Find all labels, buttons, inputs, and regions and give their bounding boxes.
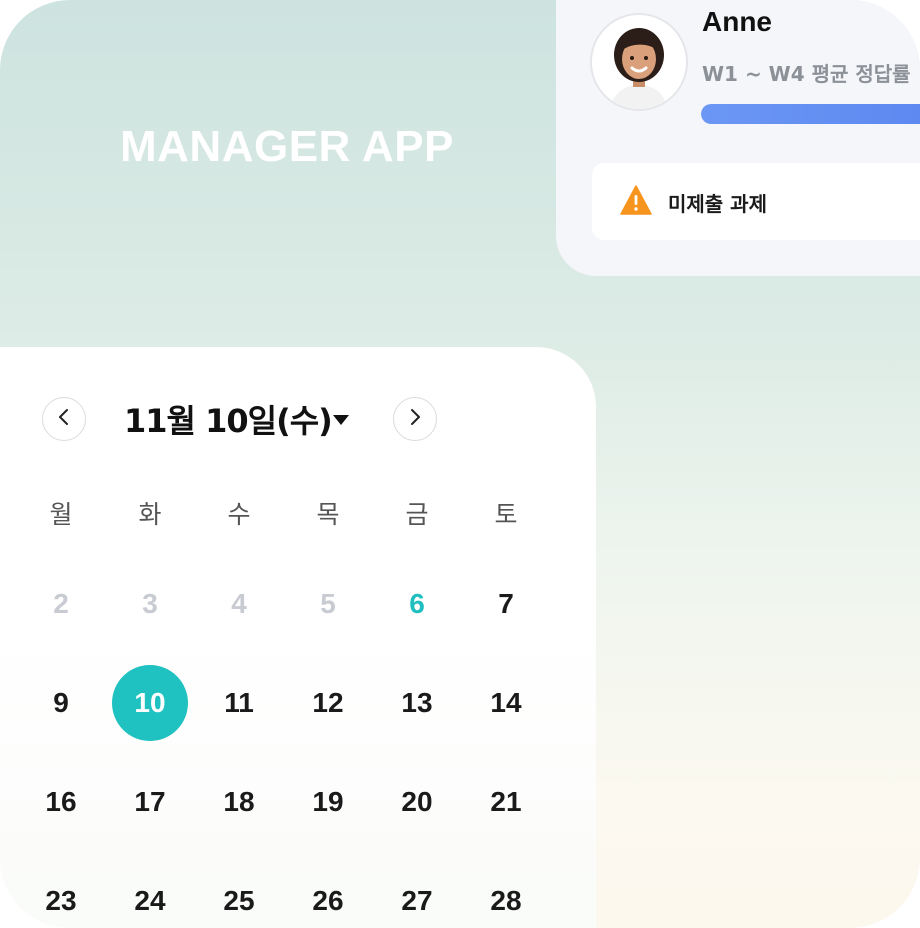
calendar-day[interactable]: 12 bbox=[290, 665, 366, 741]
calendar-day[interactable]: 7 bbox=[468, 566, 544, 642]
calendar-day[interactable]: 18 bbox=[201, 764, 277, 840]
calendar-day[interactable]: 19 bbox=[290, 764, 366, 840]
calendar-day[interactable]: 28 bbox=[468, 863, 544, 928]
student-avatar bbox=[592, 15, 686, 109]
weekday-label: 수 bbox=[227, 500, 251, 529]
calendar-day[interactable]: 9 bbox=[23, 665, 99, 741]
calendar-day[interactable]: 3 bbox=[112, 566, 188, 642]
calendar-day[interactable]: 26 bbox=[290, 863, 366, 928]
caret-down-icon[interactable] bbox=[332, 413, 350, 431]
prev-day-button[interactable] bbox=[42, 397, 86, 441]
calendar-day[interactable]: 24 bbox=[112, 863, 188, 928]
chevron-right-icon bbox=[408, 408, 422, 431]
calendar-day[interactable]: 2 bbox=[23, 566, 99, 642]
app-background: MANAGER APP Anne W1 ~ W4 평균 정답률 미제출 과제 1… bbox=[0, 0, 920, 928]
weekday-label: 월 bbox=[49, 500, 73, 529]
calendar-day[interactable]: 17 bbox=[112, 764, 188, 840]
alert-label: 미제출 과제 bbox=[668, 192, 767, 216]
calendar-day[interactable]: 25 bbox=[201, 863, 277, 928]
calendar-day[interactable]: 20 bbox=[379, 764, 455, 840]
calendar-day[interactable]: 5 bbox=[290, 566, 366, 642]
calendar-day[interactable]: 23 bbox=[23, 863, 99, 928]
next-day-button[interactable] bbox=[393, 397, 437, 441]
calendar-day[interactable]: 27 bbox=[379, 863, 455, 928]
progress-fill bbox=[701, 104, 920, 124]
calendar-date-title[interactable]: 11월 10일(수) bbox=[124, 396, 333, 442]
calendar-day[interactable]: 11 bbox=[201, 665, 277, 741]
calendar: 11월 10일(수) 월화수목금토 2 3 4 5 6 7 9 10 11 12 13 14 16 17 1… bbox=[0, 347, 596, 928]
weekday-label: 화 bbox=[138, 500, 162, 529]
student-name: Anne bbox=[702, 6, 772, 37]
chevron-left-icon bbox=[57, 408, 71, 431]
app-title: MANAGER APP bbox=[120, 122, 454, 171]
missing-assignment-alert[interactable]: 미제출 과제 bbox=[592, 163, 920, 240]
calendar-day[interactable]: 4 bbox=[201, 566, 277, 642]
calendar-day[interactable]: 6 bbox=[379, 566, 455, 642]
weekday-label: 토 bbox=[494, 500, 518, 529]
calendar-day[interactable]: 16 bbox=[23, 764, 99, 840]
average-accuracy-progress bbox=[701, 104, 920, 124]
weekday-label: 목 bbox=[316, 500, 340, 529]
calendar-day[interactable]: 21 bbox=[468, 764, 544, 840]
calendar-day[interactable]: 13 bbox=[379, 665, 455, 741]
weekday-label: 금 bbox=[405, 500, 429, 529]
average-accuracy-label: W1 ~ W4 평균 정답률 bbox=[702, 62, 911, 86]
calendar-day[interactable]: 14 bbox=[468, 665, 544, 741]
warning-icon bbox=[620, 185, 652, 220]
selected-day[interactable]: 10 bbox=[112, 665, 188, 741]
